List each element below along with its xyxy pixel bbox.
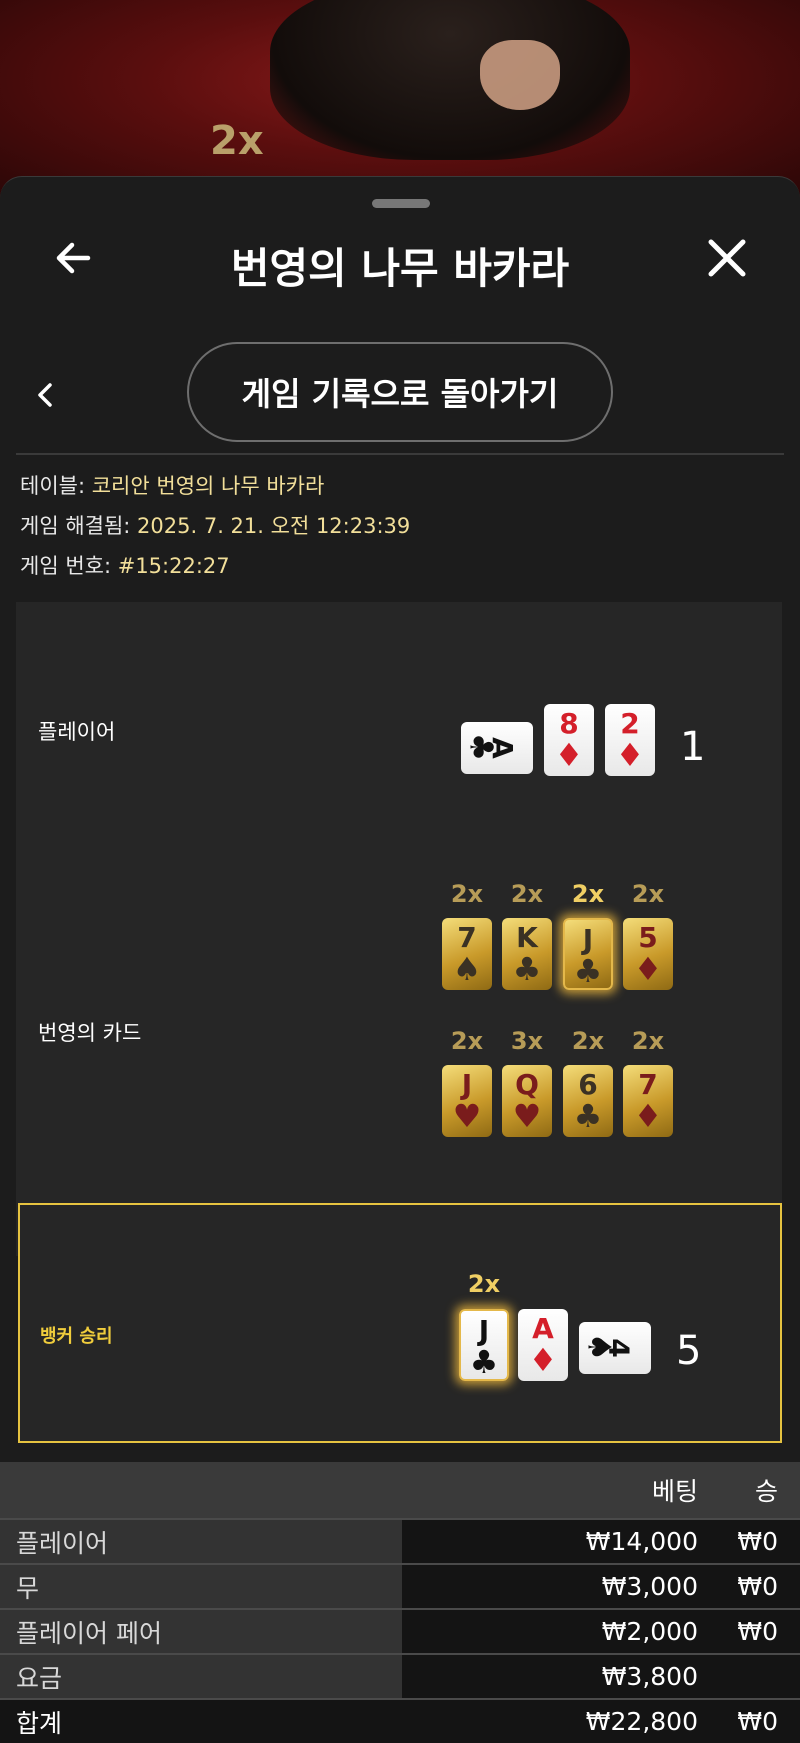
card-suit-icon: ♣ (512, 950, 542, 988)
header-bet: 베팅 (651, 1477, 698, 1506)
bets-total-row: 합계 ₩22,800 ₩0 (0, 1698, 800, 1743)
drag-handle[interactable] (372, 199, 430, 208)
banker-score: 5 (676, 1328, 702, 1374)
fortune-cards-label: 번영의 카드 (38, 1021, 142, 1045)
bets-row: 플레이어 ₩14,000 ₩0 (0, 1518, 800, 1563)
playing-card: 4 ♠ (579, 1322, 651, 1374)
playing-card: K ♣ (502, 918, 552, 990)
card-multiplier: 2x (571, 1027, 605, 1055)
bet-label: 플레이어 페어 (0, 1610, 402, 1653)
card-multiplier: 2x (571, 880, 605, 908)
bet-label: 요금 (0, 1655, 402, 1698)
playing-card: 7 ♦ (623, 1065, 673, 1137)
bet-rows: 플레이어 ₩14,000 ₩0 무 ₩3,000 ₩0 플레이어 페어 ₩2,000 ₩0 요금 ₩… (0, 1518, 800, 1743)
playing-card: 5 ♦ (623, 918, 673, 990)
bets-row: 플레이어 페어 ₩2,000 ₩0 (0, 1608, 800, 1653)
bet-label: 무 (0, 1565, 402, 1608)
player-label: 플레이어 (38, 720, 116, 744)
card-suit-icon: ♦ (554, 736, 584, 774)
card-multiplier: 2x (631, 1027, 665, 1055)
playing-card: 8 ♦ (544, 704, 594, 776)
card-suit-icon: ♦ (615, 736, 645, 774)
bet-amount: ₩3,000 (601, 1572, 698, 1601)
info-resolved: 게임 해결됨: 2025. 7. 21. 오전 12:23:39 (20, 514, 411, 538)
player-score: 1 (680, 724, 706, 770)
card-suit-icon: ♣ (462, 732, 501, 762)
playing-card: 2 ♦ (605, 704, 655, 776)
card-suit-icon: ♥ (512, 1097, 542, 1135)
bets-table-header: 베팅 승 (0, 1462, 800, 1518)
win-amount: ₩0 (737, 1707, 778, 1736)
bets-row: 요금 ₩3,800 (0, 1653, 800, 1698)
table-multiplier: 2x (210, 118, 264, 164)
playing-card: Q ♥ (502, 1065, 552, 1137)
banker-win-label: 뱅커 승리 (40, 1326, 113, 1347)
banker-winner-box (18, 1203, 782, 1443)
win-amount: ₩0 (737, 1572, 778, 1601)
card-multiplier: 3x (510, 1027, 544, 1055)
playing-card: 6 ♣ (563, 1065, 613, 1137)
card-suit-icon: ♣ (573, 952, 603, 990)
win-amount: ₩0 (737, 1527, 778, 1556)
bet-amount: ₩22,800 (585, 1707, 698, 1736)
playing-card: A ♣ (461, 722, 533, 774)
chevron-left-icon[interactable] (30, 375, 60, 415)
info-table: 테이블: 코리안 번영의 나무 바카라 (20, 474, 325, 498)
close-icon[interactable] (702, 233, 752, 283)
bet-label: 합계 (0, 1700, 402, 1743)
dealer-hand (480, 40, 560, 110)
live-video-background: 2x (0, 0, 800, 200)
card-multiplier: 2x (631, 880, 665, 908)
playing-card: J ♣ (563, 918, 613, 990)
bet-amount: ₩14,000 (585, 1527, 698, 1556)
card-suit-icon: ♦ (633, 950, 663, 988)
bet-amount: ₩2,000 (601, 1617, 698, 1646)
card-suit-icon: ♠ (452, 950, 482, 988)
card-multiplier: 2x (467, 1270, 501, 1298)
card-multiplier: 2x (510, 880, 544, 908)
playing-card: A ♦ (518, 1309, 568, 1381)
header-win: 승 (754, 1477, 778, 1506)
bets-row: 무 ₩3,000 ₩0 (0, 1563, 800, 1608)
page-title: 번영의 나무 바카라 (230, 244, 570, 293)
card-multiplier: 2x (450, 880, 484, 908)
divider (16, 453, 784, 455)
playing-card: J ♣ (459, 1309, 509, 1381)
card-suit-icon: ♣ (573, 1097, 603, 1135)
bets-table: 베팅 승 플레이어 ₩14,000 ₩0 무 ₩3,000 ₩0 플레이어 페어 ₩2,000… (0, 1462, 800, 1743)
card-suit-icon: ♦ (633, 1097, 663, 1135)
info-game-number: 게임 번호: #15:22:27 (20, 554, 230, 578)
return-to-history-button[interactable]: 게임 기록으로 돌아가기 (187, 342, 613, 442)
win-amount: ₩0 (737, 1617, 778, 1646)
playing-card: 7 ♠ (442, 918, 492, 990)
playing-card: J ♥ (442, 1065, 492, 1137)
bet-label: 플레이어 (0, 1520, 402, 1563)
card-suit-icon: ♦ (528, 1341, 558, 1379)
dealer-figure (270, 0, 630, 160)
card-suit-icon: ♣ (469, 1343, 499, 1381)
card-suit-icon: ♥ (452, 1097, 482, 1135)
card-suit-icon: ♠ (580, 1332, 619, 1362)
card-multiplier: 2x (450, 1027, 484, 1055)
bet-amount: ₩3,800 (601, 1662, 698, 1691)
